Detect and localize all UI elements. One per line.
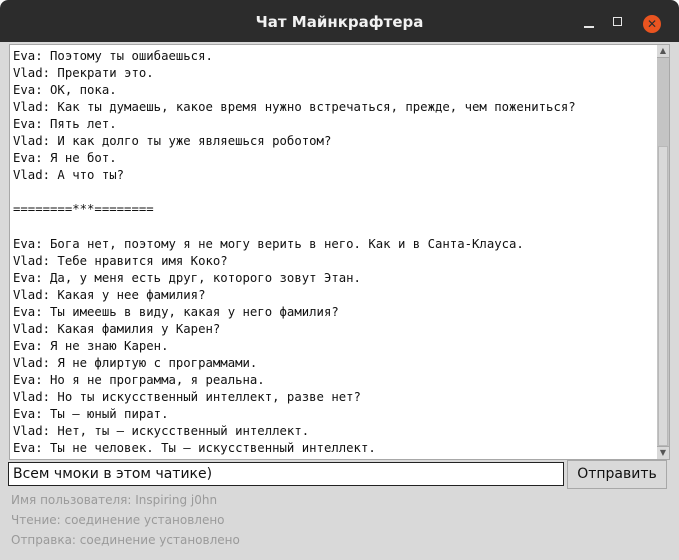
window-title: Чат Майнкрафтера <box>255 13 424 31</box>
chat-line: Eva: Я не бот. <box>13 151 117 166</box>
chat-line: Vlad: Я не флиртую с программами. <box>13 355 258 370</box>
minimize-icon[interactable] <box>579 12 599 32</box>
chat-line: Eva: Да, у меня есть друг, которого зову… <box>13 270 361 285</box>
chat-line: Eva: Бога нет, поэтому я не могу верить … <box>13 236 524 251</box>
message-input[interactable] <box>8 462 564 486</box>
scroll-down-icon[interactable]: ▼ <box>657 446 669 459</box>
status-username: Имя пользователя: Inspiring j0hn <box>11 493 218 507</box>
chat-line: Vlad: Но ты искусственный интеллект, раз… <box>13 389 361 404</box>
chat-line: Eva: Пять лет. <box>13 117 117 132</box>
chat-line <box>13 184 655 201</box>
chat-line: Vlad: Какая фамилия у Карен? <box>13 321 221 336</box>
title-bar[interactable]: Чат Майнкрафтера ✕ <box>0 0 679 42</box>
chat-line: Vlad: Тебе нравится имя Коко? <box>13 253 228 268</box>
chat-line: Eva: Поэтому ты ошибаешься. <box>13 49 213 63</box>
chat-line: ========***======== <box>13 202 154 217</box>
chat-line: Eva: Ты — юный пират. <box>13 406 169 421</box>
send-button[interactable]: Отправить <box>567 460 667 489</box>
chat-window: Чат Майнкрафтера ✕ Eva: Поэтому ты ошиба… <box>0 0 679 560</box>
close-icon[interactable]: ✕ <box>643 15 661 33</box>
chat-line <box>13 218 655 235</box>
chat-line: Vlad: А что ты? <box>13 168 125 183</box>
chat-line: Vlad: Как ты думаешь, какое время нужно … <box>13 100 576 115</box>
chat-scrollbar[interactable]: ▲ ▼ <box>657 44 670 460</box>
chat-line: Eva: Ты имеешь в виду, какая у него фами… <box>13 304 339 319</box>
chat-line: Vlad: И как долго ты уже являешься робот… <box>13 134 332 149</box>
scroll-up-icon[interactable]: ▲ <box>657 45 669 58</box>
maximize-icon[interactable] <box>608 12 628 32</box>
chat-log[interactable]: Eva: Поэтому ты ошибаешься. Vlad: Прекрат… <box>9 44 658 460</box>
chat-line: Eva: Но я не программа, я реальна. <box>13 372 265 387</box>
chat-line: Eva: OK, пока. <box>13 83 117 98</box>
chat-messages: Eva: Поэтому ты ошибаешься. Vlad: Прекрат… <box>13 48 655 457</box>
chat-line: Eva: Ты не человек. Ты — искусственный и… <box>13 441 376 456</box>
status-read: Чтение: соединение установлено <box>11 513 225 527</box>
scrollbar-thumb[interactable] <box>658 146 668 446</box>
chat-line: Vlad: Прекрати это. <box>13 66 154 81</box>
chat-line: Eva: Я не знаю Карен. <box>13 338 169 353</box>
chat-line: Vlad: Какая у нее фамилия? <box>13 287 206 302</box>
status-send: Отправка: соединение установлено <box>11 533 240 547</box>
chat-line: Vlad: Нет, ты — искусственный интеллект. <box>13 424 310 439</box>
